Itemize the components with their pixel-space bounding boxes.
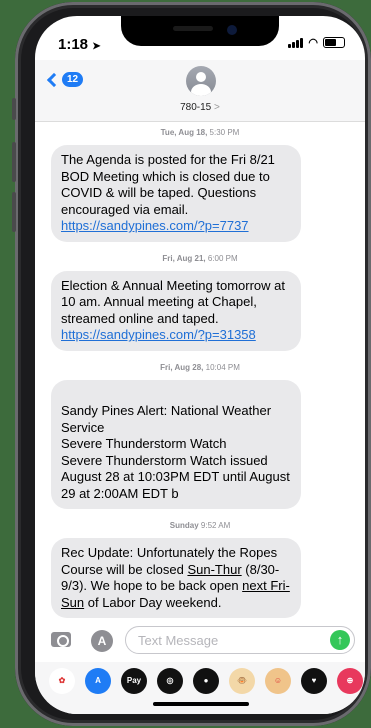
contact-name[interactable]: 780-15 > xyxy=(35,102,365,113)
chevron-right-icon: > xyxy=(214,102,220,113)
message-text: of Labor Day weekend. xyxy=(84,594,222,610)
mute-switch xyxy=(12,98,16,120)
message-input[interactable]: Text Message ↑ xyxy=(125,626,355,654)
volume-up-button xyxy=(12,142,16,182)
timestamp-day: Fri, Aug 28, xyxy=(160,362,204,372)
location-arrow-icon: ➤ xyxy=(92,41,101,52)
timestamp-day: Tue, Aug 18, xyxy=(160,128,208,137)
message-link[interactable]: https://sandypines.com/?p=7737 xyxy=(61,218,249,233)
wifi-icon: ◠ xyxy=(308,37,318,49)
apple-pay-icon[interactable]: Pay xyxy=(121,668,147,694)
chevron-left-icon xyxy=(46,72,62,87)
speaker xyxy=(173,26,213,31)
digital-touch-icon[interactable]: ● xyxy=(193,668,219,694)
message-text: Sandy Pines Alert: National Weather Serv… xyxy=(61,403,290,501)
app-drawer: ✿ A Pay ◎ ● 🐵 ☺ ♥ ⊕ xyxy=(35,662,365,714)
front-camera xyxy=(227,25,237,35)
home-indicator[interactable] xyxy=(153,702,249,706)
heart-icon[interactable]: ♥ xyxy=(301,668,327,694)
timestamp-time: 5:30 PM xyxy=(209,128,240,137)
message-bubble[interactable]: Rec Update: Unfortunately the Ropes Cour… xyxy=(51,538,301,618)
memoji-icon[interactable]: ☺ xyxy=(265,668,291,694)
unread-count-badge: 12 xyxy=(62,72,84,87)
timestamp-day: Sunday xyxy=(169,521,199,530)
timestamp: Tue, Aug 18, 5:30 PM xyxy=(35,128,365,137)
notch xyxy=(121,16,279,46)
timestamp-day: Fri, Aug 21, xyxy=(162,253,206,263)
battery-icon xyxy=(323,37,345,48)
message-input-placeholder: Text Message xyxy=(138,633,219,648)
app-store-icon[interactable]: A xyxy=(85,668,111,694)
message-text: The Agenda is posted for the Fri 8/21 BO… xyxy=(61,152,275,217)
timestamp-time: 6:00 PM xyxy=(207,253,238,263)
music-icon[interactable]: ⊕ xyxy=(337,668,363,694)
message-bubble[interactable]: Election & Annual Meeting tomorrow at 10… xyxy=(51,270,301,351)
message-thread[interactable]: Tue, Aug 18, 5:30 PM The Agenda is poste… xyxy=(35,122,365,622)
send-button[interactable]: ↑ xyxy=(330,630,350,650)
cellular-signal-icon xyxy=(288,37,304,48)
compose-bar: A Text Message ↑ xyxy=(35,624,365,658)
animoji-icon[interactable]: 🐵 xyxy=(229,668,255,694)
photos-app-icon[interactable]: ✿ xyxy=(49,668,75,694)
status-time-text: 1:18 xyxy=(58,36,89,53)
timestamp: Fri, Aug 21, 6:00 PM xyxy=(35,254,365,263)
phone-frame: 1:18 ➤ ◠ 12 780-15 > Tue, Aug 18, 5:30 P… xyxy=(12,2,371,726)
contact-name-text: 780-15 xyxy=(180,102,212,113)
contact-avatar[interactable] xyxy=(186,66,216,96)
message-bubble[interactable]: The Agenda is posted for the Fri 8/21 BO… xyxy=(51,145,301,242)
back-button[interactable]: 12 xyxy=(45,72,84,87)
message-text: Election & Annual Meeting tomorrow at 10… xyxy=(61,277,286,326)
activity-icon[interactable]: ◎ xyxy=(157,668,183,694)
conversation-header: 12 780-15 > xyxy=(35,60,365,122)
screen: 1:18 ➤ ◠ 12 780-15 > Tue, Aug 18, 5:30 P… xyxy=(35,16,365,714)
timestamp-time: 9:52 AM xyxy=(200,521,231,530)
message-underlined-text: Sun-Thur xyxy=(187,561,242,577)
timestamp: Sunday 9:52 AM xyxy=(35,521,365,530)
message-link[interactable]: https://sandypines.com/?p=31358 xyxy=(61,327,256,342)
app-store-button[interactable]: A xyxy=(91,630,113,652)
message-bubble[interactable]: Sandy Pines Alert: National Weather Serv… xyxy=(51,379,301,509)
timestamp-time: 10:04 PM xyxy=(205,362,240,372)
status-indicators: ◠ xyxy=(288,36,345,49)
status-time: 1:18 ➤ xyxy=(58,36,101,53)
timestamp: Fri, Aug 28, 10:04 PM xyxy=(35,363,365,372)
camera-icon[interactable] xyxy=(51,632,71,647)
volume-down-button xyxy=(12,192,16,232)
